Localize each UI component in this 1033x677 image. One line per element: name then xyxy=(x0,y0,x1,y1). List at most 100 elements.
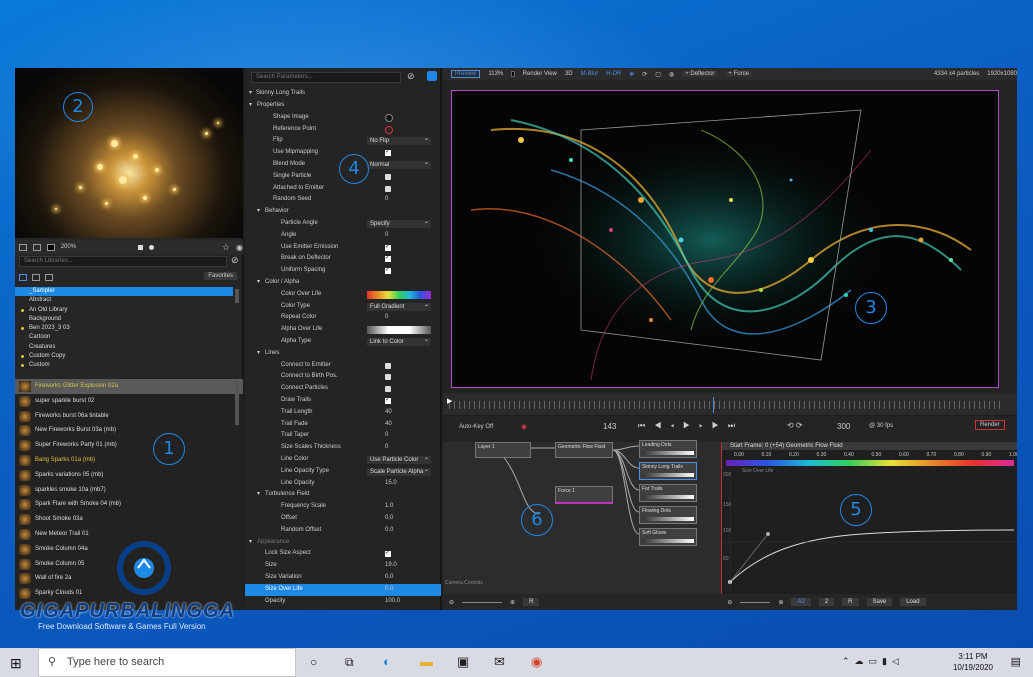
loop-icon[interactable]: ⟲ ⟳ xyxy=(787,421,803,430)
category-item[interactable]: Abstract xyxy=(15,296,243,305)
color-gradient-swatch[interactable] xyxy=(367,290,431,299)
param-row[interactable]: Repeat Color 0 xyxy=(245,312,441,324)
param-row[interactable]: Line Opacity Type Scale Particle Alpha xyxy=(245,466,441,478)
param-value[interactable]: 0 xyxy=(385,312,388,324)
render-button[interactable]: Render xyxy=(975,420,1005,430)
windows-start-icon[interactable]: ⊞ xyxy=(10,655,22,672)
node-emitter[interactable]: Geometric Flow Fluid xyxy=(555,442,613,458)
unchecked-box-icon[interactable] xyxy=(385,386,391,393)
curve-zoom-slider[interactable] xyxy=(740,601,771,603)
param-row[interactable]: Size Over Life 0.0 xyxy=(245,583,441,596)
node-particle-leading-dots[interactable]: Leading Dots xyxy=(639,440,697,458)
zoom-out-icon[interactable]: ⊖ xyxy=(449,599,454,606)
preset-item[interactable]: Shoot Smoke 03a xyxy=(15,512,243,527)
motion-blur-toggle[interactable]: M-Blur xyxy=(581,71,599,77)
param-dropdown[interactable]: Link to Color xyxy=(367,336,431,346)
unchecked-box-icon[interactable] xyxy=(385,362,391,369)
param-row[interactable]: Uniform Spacing xyxy=(245,265,441,277)
param-value[interactable]: 0 xyxy=(385,194,388,206)
node-particle-flowing-dots[interactable]: Flowing Dots xyxy=(639,506,697,524)
curve-zoom-out-icon[interactable]: ⊖ xyxy=(727,599,732,606)
playhead[interactable] xyxy=(713,397,714,413)
node-particle-fat-trails[interactable]: Fat Trails xyxy=(639,484,697,502)
param-row[interactable]: Shape Image xyxy=(245,112,441,124)
param-value[interactable]: 0 xyxy=(385,442,388,454)
tray-icons[interactable]: ⌃☁▭▮◁ xyxy=(842,656,904,667)
category-item[interactable]: _Sampler xyxy=(15,287,233,297)
tile-view-icon[interactable] xyxy=(32,273,40,281)
params-search-input[interactable]: Search Parameters... xyxy=(251,72,401,83)
favorites-button[interactable]: Favorites xyxy=(204,272,237,280)
unchecked-box-icon[interactable] xyxy=(385,185,391,192)
node-force[interactable]: Force 1 xyxy=(555,486,613,504)
param-row[interactable]: Random Seed 0 xyxy=(245,194,441,206)
params-clear-icon[interactable]: ⊘ xyxy=(407,71,415,82)
param-dropdown[interactable]: Full Gradient xyxy=(367,301,431,311)
mask-toggle-icon[interactable] xyxy=(19,243,27,251)
timeline[interactable]: ▶ xyxy=(443,393,1017,415)
curve-zoom-in-icon[interactable]: ⊕ xyxy=(778,599,783,606)
param-row[interactable]: Color Over Life xyxy=(245,289,441,301)
notifications-icon[interactable]: ▤ xyxy=(1011,655,1021,668)
play-icon[interactable] xyxy=(149,244,154,250)
add-deflector-button[interactable]: + Deflector xyxy=(682,71,718,77)
unchecked-box-icon[interactable] xyxy=(385,374,391,381)
fit-icon[interactable]: ▢ xyxy=(655,71,661,78)
current-frame[interactable]: 143 xyxy=(603,422,616,431)
edge-icon[interactable]: ◐ xyxy=(383,654,391,669)
a2-button[interactable]: A2 xyxy=(791,598,811,606)
preset-item[interactable]: Fireworks Glitter Explosion 02a xyxy=(15,379,243,394)
checked-box-icon[interactable] xyxy=(385,265,391,277)
mail-icon[interactable]: ✉ xyxy=(494,654,505,670)
curve-r-button[interactable]: R xyxy=(842,598,859,606)
param-row[interactable]: Break on Deflector xyxy=(245,253,441,265)
param-value[interactable]: 15.0 xyxy=(385,478,397,490)
category-item[interactable]: Cartoon xyxy=(15,333,243,342)
param-row[interactable]: Lock Size Aspect xyxy=(245,548,441,560)
file-explorer-icon[interactable]: ▬ xyxy=(420,654,433,669)
alpha-gradient-swatch[interactable] xyxy=(367,326,431,335)
param-row[interactable]: Size 19.0 xyxy=(245,560,441,572)
globe-icon[interactable]: ◍ xyxy=(669,71,674,78)
param-row[interactable]: ▾ Color / Alpha xyxy=(245,277,441,289)
background-swatch-icon[interactable] xyxy=(46,243,55,251)
graph-zoom-slider[interactable] xyxy=(462,601,503,603)
end-frame[interactable]: 300 xyxy=(837,422,850,431)
library-search-input[interactable]: Search Libraries... xyxy=(19,256,227,267)
param-row[interactable]: ▾ Properties xyxy=(245,100,441,112)
grid-view-icon[interactable] xyxy=(45,273,53,281)
param-row[interactable]: Line Opacity 15.0 xyxy=(245,478,441,490)
save-button[interactable]: Save xyxy=(866,598,893,606)
curve-editor[interactable]: Start Frame: 0 (+54) Geometric Flow Flui… xyxy=(721,442,1017,594)
param-row[interactable]: Connect to Emitter xyxy=(245,360,441,372)
param-row[interactable]: Draw Trails xyxy=(245,395,441,407)
star-icon[interactable]: ☆ xyxy=(222,242,230,253)
preset-item[interactable]: Super Fireworks Party 01 (mb) xyxy=(15,438,243,453)
param-row[interactable]: Trail Fade 40 xyxy=(245,419,441,431)
zoom-in-icon[interactable]: ⊕ xyxy=(510,599,515,606)
param-value[interactable]: 0.0 xyxy=(385,584,393,596)
section-caret-icon[interactable]: ▾ xyxy=(249,100,252,112)
reset-r-button[interactable]: R xyxy=(523,598,540,606)
param-row[interactable]: Connect Particles xyxy=(245,383,441,395)
section-caret-icon[interactable]: ▾ xyxy=(249,537,252,549)
node-particle-skinny-long-trails[interactable]: Skinny Long Trails xyxy=(639,462,697,480)
cortana-icon[interactable]: ○ xyxy=(310,655,317,669)
two-button[interactable]: 2 xyxy=(818,598,835,606)
load-button[interactable]: Load xyxy=(900,598,926,606)
camera-icon[interactable]: ◉ xyxy=(236,243,243,252)
render-canvas[interactable]: 3 xyxy=(451,90,999,388)
node-particle-soft-glows[interactable]: Soft Glows xyxy=(639,528,697,546)
list-view-icon[interactable] xyxy=(19,273,27,281)
param-row[interactable]: Alpha Type Link to Color xyxy=(245,336,441,348)
param-value[interactable]: 100.0 xyxy=(385,596,400,608)
param-row[interactable]: Size Scales Thickness 0 xyxy=(245,442,441,454)
checked-box-icon[interactable] xyxy=(385,253,391,265)
category-item[interactable]: Background xyxy=(15,315,243,324)
shape-image-icon[interactable] xyxy=(385,113,393,122)
preset-item[interactable]: New Fireworks Burst 03a (mb) xyxy=(15,423,243,438)
checked-box-icon[interactable] xyxy=(385,242,391,253)
hdr-toggle[interactable]: H-DR xyxy=(606,71,621,77)
clear-search-icon[interactable]: ⊘ xyxy=(231,255,239,266)
3d-toggle[interactable]: 3D xyxy=(565,71,573,77)
